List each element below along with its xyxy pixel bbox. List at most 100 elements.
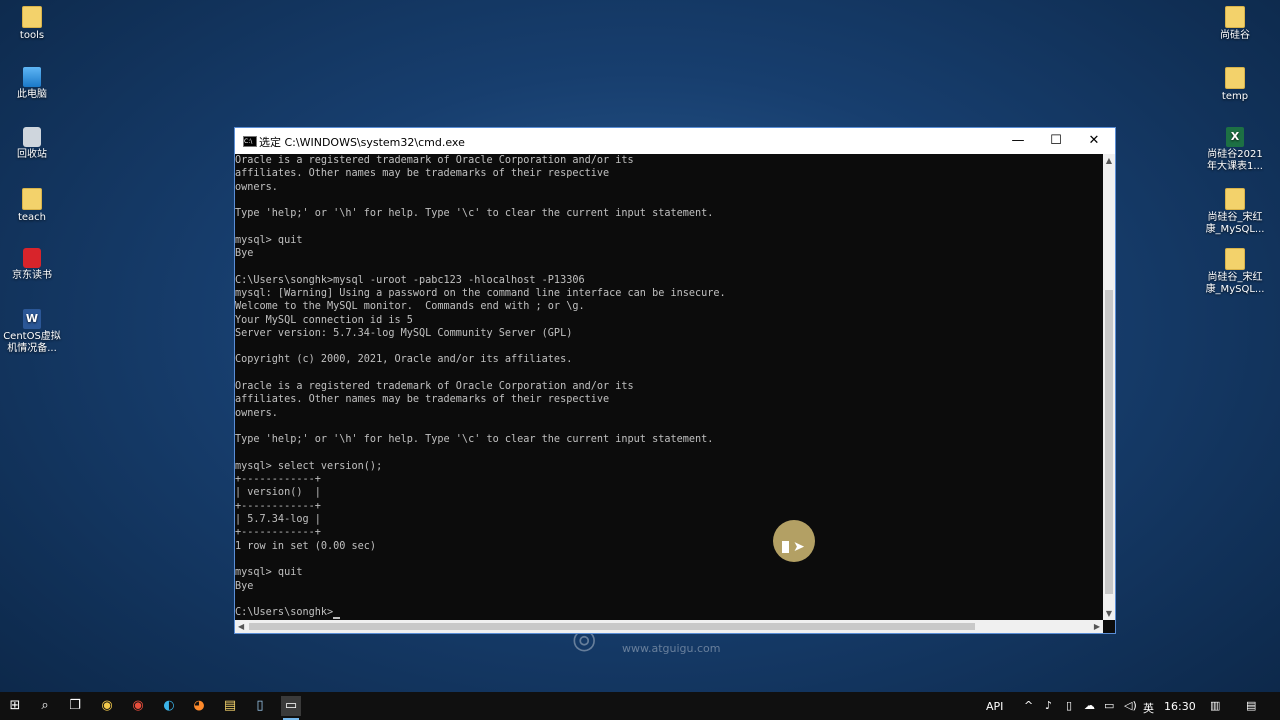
title-bar[interactable]: C:\ 选定 C:\WINDOWS\system32\cmd.exe — ☐ ✕	[235, 128, 1115, 154]
folder-icon	[22, 6, 42, 28]
microphone-icon[interactable]: ♪	[1045, 699, 1052, 712]
desktop-icon-recycle-bin[interactable]: 回收站	[1, 127, 63, 161]
desktop-icon-label: CentOS虚拟机情况备...	[3, 331, 61, 354]
close-button[interactable]: ✕	[1075, 128, 1113, 154]
cloud-icon[interactable]: ☁	[1084, 699, 1095, 712]
scrollbar-thumb[interactable]	[1105, 290, 1113, 594]
desktop-icon-label: teach	[17, 212, 47, 223]
scroll-right-icon[interactable]: ▶	[1094, 620, 1100, 633]
volume-icon[interactable]: ◁)	[1124, 699, 1137, 712]
folder-icon	[1225, 6, 1245, 28]
desktop-icon-mysql-folder-1[interactable]: 尚硅谷_宋红康_MySQL...	[1204, 188, 1266, 236]
desktop-icon-tools[interactable]: tools	[1, 6, 63, 42]
console-line: mysql> quit	[235, 234, 303, 246]
folder-icon	[22, 188, 42, 210]
folder-icon	[1225, 188, 1245, 210]
desktop-icon-label: 尚硅谷_宋红康_MySQL...	[1205, 212, 1265, 235]
console-line: Bye	[235, 580, 254, 592]
console-cursor	[333, 607, 341, 620]
desktop-icon-label: 京东读书	[12, 270, 52, 281]
folder-icon	[1225, 67, 1245, 89]
console-line: owners.	[235, 181, 278, 193]
search-icon[interactable]: ⌕	[35, 696, 55, 716]
folder-icon	[1225, 248, 1245, 270]
console-text: Oracle is a registered trademark of Orac…	[235, 154, 1103, 620]
desktop-icon-teach[interactable]: teach	[1, 188, 63, 224]
desktop-icon-label: 回收站	[17, 149, 47, 160]
console-line: affiliates. Other names may be trademark…	[235, 168, 610, 180]
console-line: Welcome to the MySQL monitor. Commands e…	[235, 301, 585, 313]
console-line: Type 'help;' or '\h' for help. Type '\c'…	[235, 208, 714, 220]
console-line: mysql> select version();	[235, 460, 383, 472]
console-line: C:\Users\songhk>mysql -uroot -pabc123 -h…	[235, 274, 585, 286]
console-line: owners.	[235, 407, 278, 419]
vertical-scrollbar[interactable]: ▲ ▼	[1103, 154, 1115, 620]
console-line: Copyright (c) 2000, 2021, Oracle and/or …	[235, 354, 573, 366]
console-line: Bye	[235, 248, 254, 260]
console-output[interactable]: Oracle is a registered trademark of Orac…	[235, 154, 1103, 620]
console-line: mysql: [Warning] Using a password on the…	[235, 287, 726, 299]
console-line: Your MySQL connection id is 5	[235, 314, 413, 326]
desktop-icon-temp[interactable]: temp	[1204, 67, 1266, 103]
desktop-icon-label: temp	[1221, 91, 1249, 102]
clock[interactable]: 16:30	[1164, 700, 1196, 713]
desktop-icon-label: 尚硅谷2021年大课表1...	[1207, 149, 1263, 172]
console-line: +------------+	[235, 474, 321, 486]
console-line: 1 row in set (0.00 sec)	[235, 540, 377, 552]
console-prompt: C:\Users\songhk>	[235, 607, 334, 619]
input-language-label[interactable]: 英	[1143, 700, 1154, 716]
desktop-icon-atguigu[interactable]: 尚硅谷	[1204, 6, 1266, 42]
notepad-icon[interactable]: ▯	[250, 696, 270, 716]
scrollbar-thumb[interactable]	[249, 623, 975, 630]
console-line: affiliates. Other names may be trademark…	[235, 394, 610, 406]
console-line: Oracle is a registered trademark of Orac…	[235, 155, 634, 166]
window-title: 选定 C:\WINDOWS\system32\cmd.exe	[259, 136, 465, 149]
scroll-down-icon[interactable]: ▼	[1103, 609, 1115, 618]
recycle-bin-icon	[23, 127, 41, 147]
console-line: Type 'help;' or '\h' for help. Type '\c'…	[235, 434, 714, 446]
desktop-icon-label: 尚硅谷_宋红康_MySQL...	[1205, 272, 1265, 295]
cmd-icon: C:\	[243, 136, 257, 147]
console-line: +------------+	[235, 527, 321, 539]
text-cursor-block	[782, 541, 789, 553]
scroll-left-icon[interactable]: ◀	[238, 620, 244, 633]
console-line: | 5.7.34-log |	[235, 514, 321, 526]
tray-chevron-icon[interactable]: ^	[1024, 699, 1033, 712]
app-icon	[23, 248, 41, 268]
desktop-icon-label: tools	[19, 30, 45, 41]
taskbar: ⊞ ⌕ ❐ ◉ ◉ ◐ ◕ ▤ ▯ ▭ API ^ ♪ ▯ ☁ ▭ ◁) 英 1…	[0, 692, 1280, 720]
maximize-button[interactable]: ☐	[1037, 128, 1075, 154]
task-view-icon[interactable]: ❐	[65, 696, 85, 716]
edge-icon[interactable]: ◐	[159, 696, 179, 716]
start-icon[interactable]: ⊞	[5, 696, 25, 716]
console-line: +------------+	[235, 500, 321, 512]
battery-icon[interactable]: ▯	[1066, 699, 1072, 712]
cmd-window[interactable]: C:\ 选定 C:\WINDOWS\system32\cmd.exe — ☐ ✕…	[234, 127, 1116, 634]
desktop-icon-centos-doc[interactable]: W CentOS虚拟机情况备...	[1, 309, 63, 355]
cmd-taskbar-icon[interactable]: ▭	[281, 696, 301, 720]
mouse-pointer-icon: ➤	[793, 539, 805, 555]
desktop-icon-this-pc[interactable]: 此电脑	[1, 67, 63, 101]
firefox-icon[interactable]: ◕	[189, 696, 209, 716]
console-line: Oracle is a registered trademark of Orac…	[235, 381, 634, 393]
minimize-button[interactable]: —	[999, 128, 1037, 154]
excel-doc-icon: X	[1226, 127, 1244, 147]
network-icon[interactable]: ▭	[1104, 699, 1114, 712]
computer-icon	[23, 67, 41, 87]
desktop-icon-mysql-folder-2[interactable]: 尚硅谷_宋红康_MySQL...	[1204, 248, 1266, 296]
chrome-icon[interactable]: ◉	[97, 696, 117, 716]
desktop-icon-label: 尚硅谷	[1220, 30, 1250, 41]
tray-api-label[interactable]: API	[986, 700, 1003, 713]
action-center-icon[interactable]: ▥	[1210, 699, 1220, 712]
file-explorer-icon[interactable]: ▤	[220, 696, 240, 716]
scroll-up-icon[interactable]: ▲	[1103, 156, 1115, 165]
chrome-alt-icon[interactable]: ◉	[128, 696, 148, 716]
desktop-icon-schedule-xlsx[interactable]: X 尚硅谷2021年大课表1...	[1204, 127, 1266, 173]
console-line: Server version: 5.7.34-log MySQL Communi…	[235, 327, 573, 339]
console-line: mysql> quit	[235, 567, 303, 579]
notifications-icon[interactable]: ▤	[1246, 699, 1256, 712]
horizontal-scrollbar[interactable]: ◀ ▶	[235, 620, 1103, 633]
desktop-icon-label: 此电脑	[17, 89, 47, 100]
console-line: | version() |	[235, 487, 321, 499]
desktop-icon-jd-reader[interactable]: 京东读书	[1, 248, 63, 282]
